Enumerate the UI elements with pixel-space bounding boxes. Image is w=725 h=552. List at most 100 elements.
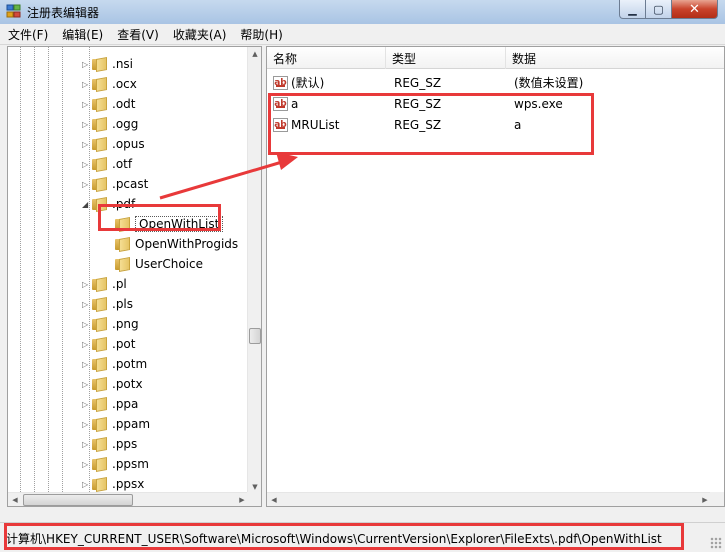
tree-item[interactable]: ▷ .ppam (82, 414, 150, 434)
expand-arrow-icon[interactable]: ▷ (82, 440, 92, 449)
tree-item[interactable]: ◢ .pdf (82, 194, 135, 214)
tree-scroll-thumb[interactable] (249, 328, 261, 344)
menu-view[interactable]: 查看(V) (111, 26, 165, 43)
tree-item[interactable]: ▷ .pot (82, 334, 135, 354)
expand-arrow-icon[interactable]: ▷ (82, 280, 92, 289)
tree-item-label: .pps (112, 437, 138, 451)
expand-arrow-icon[interactable]: ▷ (82, 320, 92, 329)
expand-arrow-icon[interactable]: ▷ (82, 460, 92, 469)
minimize-button[interactable]: ▁ (619, 0, 646, 19)
folder-icon (92, 196, 108, 212)
maximize-button[interactable]: ▢ (646, 0, 672, 19)
value-row[interactable]: ab MRUList REG_SZ a (267, 114, 707, 135)
tree-child-item[interactable]: OpenWithProgids (105, 234, 238, 254)
tree-item[interactable]: ▷ .pls (82, 294, 133, 314)
scroll-left-icon[interactable]: ◀ (8, 493, 22, 506)
tree-vertical-scrollbar[interactable]: ▲ ▼ (247, 47, 261, 494)
tree-item[interactable]: ▷ .potx (82, 374, 143, 394)
tree-item-label: .opus (112, 137, 145, 151)
folder-icon (92, 476, 108, 492)
tree-item-label: OpenWithList (135, 216, 224, 232)
tree-item[interactable]: ▷ .odt (82, 94, 135, 114)
folder-icon (92, 316, 108, 332)
scrollbar-corner (247, 492, 261, 506)
tree-item[interactable]: ▷ .pcast (82, 174, 148, 194)
expand-arrow-icon[interactable]: ▷ (82, 300, 92, 309)
expand-arrow-icon[interactable]: ▷ (82, 420, 92, 429)
column-type-header[interactable]: 类型 (386, 47, 506, 69)
expand-arrow-icon[interactable]: ▷ (82, 100, 92, 109)
expand-arrow-icon[interactable]: ▷ (82, 80, 92, 89)
tree-item-label: .nsi (112, 57, 134, 71)
tree-child-item[interactable]: UserChoice (105, 254, 203, 274)
tree-item-label: .pdf (112, 197, 136, 211)
expand-arrow-icon[interactable]: ▷ (82, 120, 92, 129)
expand-arrow-icon[interactable]: ▷ (82, 360, 92, 369)
tree-item-label: .potm (112, 357, 148, 371)
tree-hscroll-thumb[interactable] (23, 494, 133, 506)
value-type: REG_SZ (394, 117, 442, 132)
tree-item[interactable]: ▷ .nsi (82, 54, 133, 74)
tree-item[interactable]: ▷ .ppsx (82, 474, 144, 494)
column-name-header[interactable]: 名称 (267, 47, 386, 69)
expand-arrow-icon[interactable]: ▷ (82, 380, 92, 389)
tree-item[interactable]: ▷ .ppsm (82, 454, 149, 474)
tree-item[interactable]: ▷ .opus (82, 134, 145, 154)
list-header: 名称 类型 数据 (267, 47, 724, 69)
value-name: MRUList (291, 117, 340, 132)
tree-item-label: .ppsx (112, 477, 145, 491)
tree-item[interactable]: ▷ .ogg (82, 114, 138, 134)
folder-icon (92, 56, 108, 72)
collapse-arrow-icon[interactable]: ◢ (82, 200, 92, 209)
expand-arrow-icon[interactable]: ▷ (82, 140, 92, 149)
folder-icon (92, 436, 108, 452)
folder-icon (92, 156, 108, 172)
tree-horizontal-scrollbar[interactable]: ◀ ▶ (8, 492, 249, 506)
menu-file[interactable]: 文件(F) (2, 26, 54, 43)
folder-icon (92, 336, 108, 352)
resize-grip-icon[interactable] (710, 537, 722, 549)
folder-icon (115, 256, 131, 272)
expand-arrow-icon[interactable]: ▷ (82, 400, 92, 409)
tree-item-label: .pcast (112, 177, 149, 191)
folder-icon (92, 116, 108, 132)
key-tree-pane[interactable]: ▷ .nsi ▷ .ocx ▷ .odt ▷ .ogg ▷ .opus ▷ .otf ▷ .pcast ◢.… (7, 46, 262, 507)
tree-item-label: .odt (112, 97, 136, 111)
value-list-pane[interactable]: 名称 类型 数据 ab (默认) REG_SZ (数值未设置) ab a REG_S… (266, 46, 725, 507)
column-data-header[interactable]: 数据 (506, 47, 706, 69)
expand-arrow-icon[interactable]: ▷ (82, 480, 92, 489)
folder-icon (92, 416, 108, 432)
value-row[interactable]: ab a REG_SZ wps.exe (267, 93, 707, 114)
tree-item[interactable]: ▷ .ppa (82, 394, 138, 414)
folder-icon (92, 176, 108, 192)
value-data: (数值未设置) (514, 76, 584, 90)
menu-edit[interactable]: 编辑(E) (56, 26, 109, 43)
folder-icon (92, 396, 108, 412)
scroll-up-icon[interactable]: ▲ (248, 47, 261, 61)
tree-item[interactable]: ▷ .otf (82, 154, 132, 174)
value-type: REG_SZ (394, 75, 442, 90)
menu-favorites[interactable]: 收藏夹(A) (167, 26, 233, 43)
tree-guide-line (34, 47, 35, 494)
value-row[interactable]: ab (默认) REG_SZ (数值未设置) (267, 72, 707, 93)
tree-item[interactable]: ▷ .potm (82, 354, 147, 374)
window-title: 注册表编辑器 (27, 6, 100, 20)
tree-item[interactable]: ▷ .png (82, 314, 139, 334)
string-value-icon: ab (273, 96, 288, 111)
string-value-icon: ab (273, 117, 288, 132)
menu-help[interactable]: 帮助(H) (234, 26, 288, 43)
tree-item-label: OpenWithProgids (135, 237, 239, 251)
tree-item[interactable]: ▷ .pl (82, 274, 127, 294)
close-button[interactable]: ✕ (672, 0, 718, 19)
tree-item[interactable]: ▷ .pps (82, 434, 137, 454)
tree-item-selected[interactable]: OpenWithList (105, 214, 224, 234)
close-icon: ✕ (689, 1, 700, 17)
expand-arrow-icon[interactable]: ▷ (82, 340, 92, 349)
tree-item[interactable]: ▷ .ocx (82, 74, 137, 94)
expand-arrow-icon[interactable]: ▷ (82, 60, 92, 69)
expand-arrow-icon[interactable]: ▷ (82, 180, 92, 189)
expand-arrow-icon[interactable]: ▷ (82, 160, 92, 169)
scroll-left-icon[interactable]: ◀ (267, 493, 281, 506)
list-horizontal-scrollbar[interactable]: ◀ ▶ (267, 492, 712, 506)
folder-icon (92, 376, 108, 392)
